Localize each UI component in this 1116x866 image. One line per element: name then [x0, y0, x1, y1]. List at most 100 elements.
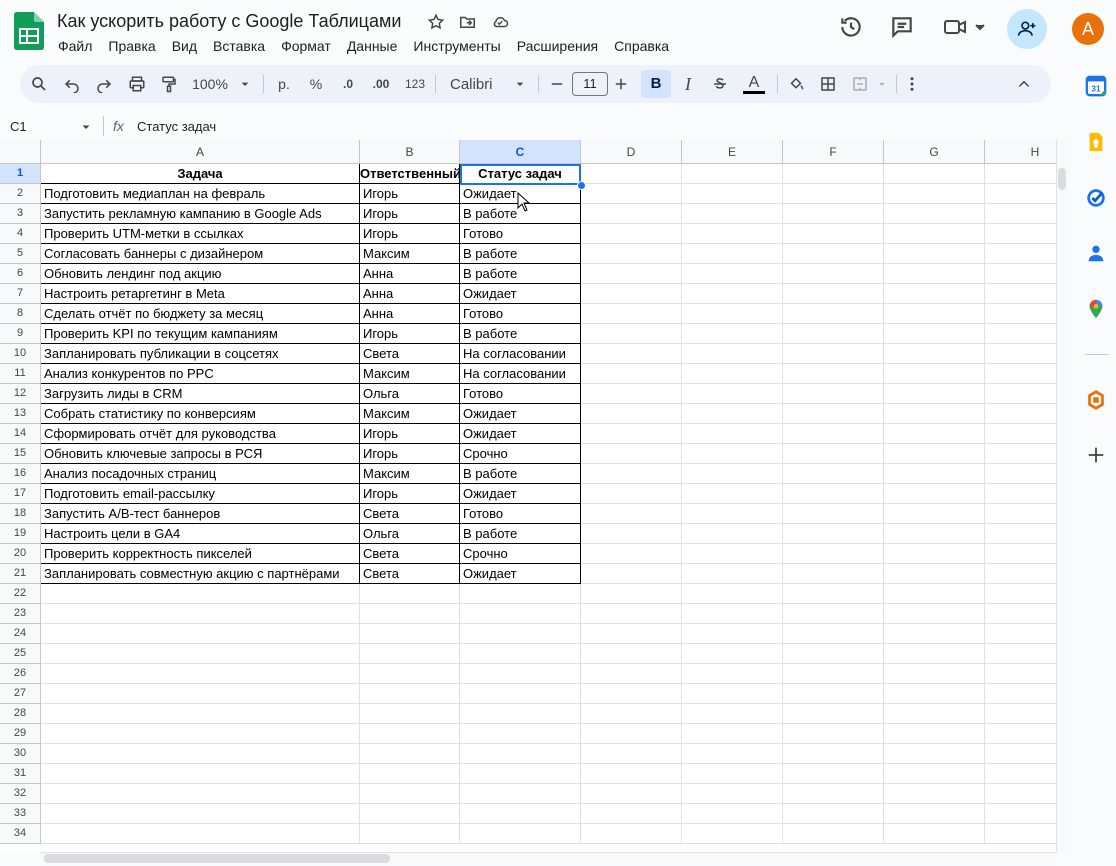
cell-c10[interactable]: На согласовании — [460, 344, 581, 364]
cell-d12[interactable] — [581, 384, 682, 404]
cell-c32[interactable] — [460, 784, 581, 804]
row-header-2[interactable]: 2 — [0, 184, 41, 204]
column-header-c[interactable]: C — [460, 140, 581, 164]
share-button[interactable] — [1007, 9, 1047, 49]
vertical-scroll-thumb[interactable] — [1058, 168, 1066, 190]
cell-d31[interactable] — [581, 764, 682, 784]
cell-f11[interactable] — [783, 364, 884, 384]
cell-f3[interactable] — [783, 204, 884, 224]
cell-d7[interactable] — [581, 284, 682, 304]
cell-c28[interactable] — [460, 704, 581, 724]
cell-d13[interactable] — [581, 404, 682, 424]
move-to-folder-icon[interactable] — [458, 13, 478, 33]
cell-b29[interactable] — [360, 724, 460, 744]
cell-f14[interactable] — [783, 424, 884, 444]
cell-h3[interactable] — [985, 204, 1056, 224]
row-header-20[interactable]: 20 — [0, 544, 41, 564]
font-size-input[interactable]: 11 — [572, 72, 608, 96]
cell-f6[interactable] — [783, 264, 884, 284]
cell-e27[interactable] — [682, 684, 783, 704]
cell-a8[interactable]: Сделать отчёт по бюджету за месяц — [41, 304, 360, 324]
cell-f20[interactable] — [783, 544, 884, 564]
redo-icon[interactable] — [91, 65, 117, 103]
cell-b12[interactable]: Ольга — [360, 384, 460, 404]
cell-b28[interactable] — [360, 704, 460, 724]
cell-a3[interactable]: Запустить рекламную кампанию в Google Ad… — [41, 204, 360, 224]
cell-h19[interactable] — [985, 524, 1056, 544]
cell-e16[interactable] — [682, 464, 783, 484]
cell-a4[interactable]: Проверить UTM-метки в ссылках — [41, 224, 360, 244]
cell-d30[interactable] — [581, 744, 682, 764]
cell-h17[interactable] — [985, 484, 1056, 504]
row-header-7[interactable]: 7 — [0, 284, 41, 304]
cell-c16[interactable]: В работе — [460, 464, 581, 484]
merge-cells-icon[interactable] — [848, 65, 872, 103]
cell-a19[interactable]: Настроить цели в GA4 — [41, 524, 360, 544]
column-header-h[interactable]: H — [985, 140, 1056, 164]
cell-h6[interactable] — [985, 264, 1056, 284]
cell-a34[interactable] — [41, 824, 360, 844]
cell-e8[interactable] — [682, 304, 783, 324]
cell-g2[interactable] — [884, 184, 985, 204]
cell-f5[interactable] — [783, 244, 884, 264]
cell-b16[interactable]: Максим — [360, 464, 460, 484]
cell-c5[interactable]: В работе — [460, 244, 581, 264]
row-header-17[interactable]: 17 — [0, 484, 41, 504]
cell-b9[interactable]: Игорь — [360, 324, 460, 344]
undo-icon[interactable] — [59, 65, 85, 103]
cell-c21[interactable]: Ожидает — [460, 564, 581, 584]
cell-d18[interactable] — [581, 504, 682, 524]
cell-e7[interactable] — [682, 284, 783, 304]
cell-e26[interactable] — [682, 664, 783, 684]
cell-a17[interactable]: Подготовить email-рассылку — [41, 484, 360, 504]
chevron-down-icon[interactable] — [80, 120, 92, 132]
italic-button[interactable]: I — [676, 65, 700, 103]
cell-h8[interactable] — [985, 304, 1056, 324]
menu-view[interactable]: Вид — [164, 36, 205, 56]
increase-decimal-button[interactable]: .00 — [367, 65, 395, 103]
menu-tools[interactable]: Инструменты — [405, 36, 508, 56]
decrease-font-size-icon[interactable] — [546, 65, 568, 103]
cell-g11[interactable] — [884, 364, 985, 384]
cell-e15[interactable] — [682, 444, 783, 464]
cell-a10[interactable]: Запланировать публикации в соцсетях — [41, 344, 360, 364]
cell-d4[interactable] — [581, 224, 682, 244]
cell-a29[interactable] — [41, 724, 360, 744]
cell-b24[interactable] — [360, 624, 460, 644]
star-icon[interactable] — [427, 13, 447, 33]
row-header-11[interactable]: 11 — [0, 364, 41, 384]
cell-h30[interactable] — [985, 744, 1056, 764]
cell-g8[interactable] — [884, 304, 985, 324]
cell-a30[interactable] — [41, 744, 360, 764]
cell-c23[interactable] — [460, 604, 581, 624]
cell-g1[interactable] — [884, 164, 985, 184]
menu-help[interactable]: Справка — [606, 36, 677, 56]
cell-g30[interactable] — [884, 744, 985, 764]
cell-h16[interactable] — [985, 464, 1056, 484]
cell-g27[interactable] — [884, 684, 985, 704]
cell-a5[interactable]: Согласовать баннеры с дизайнером — [41, 244, 360, 264]
menu-file[interactable]: Файл — [50, 36, 100, 56]
font-family-select[interactable]: Calibri — [444, 65, 510, 103]
row-header-14[interactable]: 14 — [0, 424, 41, 444]
cell-d29[interactable] — [581, 724, 682, 744]
account-avatar[interactable]: A — [1072, 13, 1104, 45]
cell-c30[interactable] — [460, 744, 581, 764]
cell-h12[interactable] — [985, 384, 1056, 404]
cell-c6[interactable]: В работе — [460, 264, 581, 284]
cell-a16[interactable]: Анализ посадочных страниц — [41, 464, 360, 484]
row-header-31[interactable]: 31 — [0, 764, 41, 784]
cell-h21[interactable] — [985, 564, 1056, 584]
cell-g7[interactable] — [884, 284, 985, 304]
vertical-scrollbar[interactable] — [1056, 140, 1070, 852]
cell-f23[interactable] — [783, 604, 884, 624]
cell-f32[interactable] — [783, 784, 884, 804]
row-header-21[interactable]: 21 — [0, 564, 41, 584]
print-icon[interactable] — [124, 65, 150, 103]
row-header-29[interactable]: 29 — [0, 724, 41, 744]
cell-g22[interactable] — [884, 584, 985, 604]
cell-c27[interactable] — [460, 684, 581, 704]
cell-f30[interactable] — [783, 744, 884, 764]
cell-f15[interactable] — [783, 444, 884, 464]
cell-c11[interactable]: На согласовании — [460, 364, 581, 384]
